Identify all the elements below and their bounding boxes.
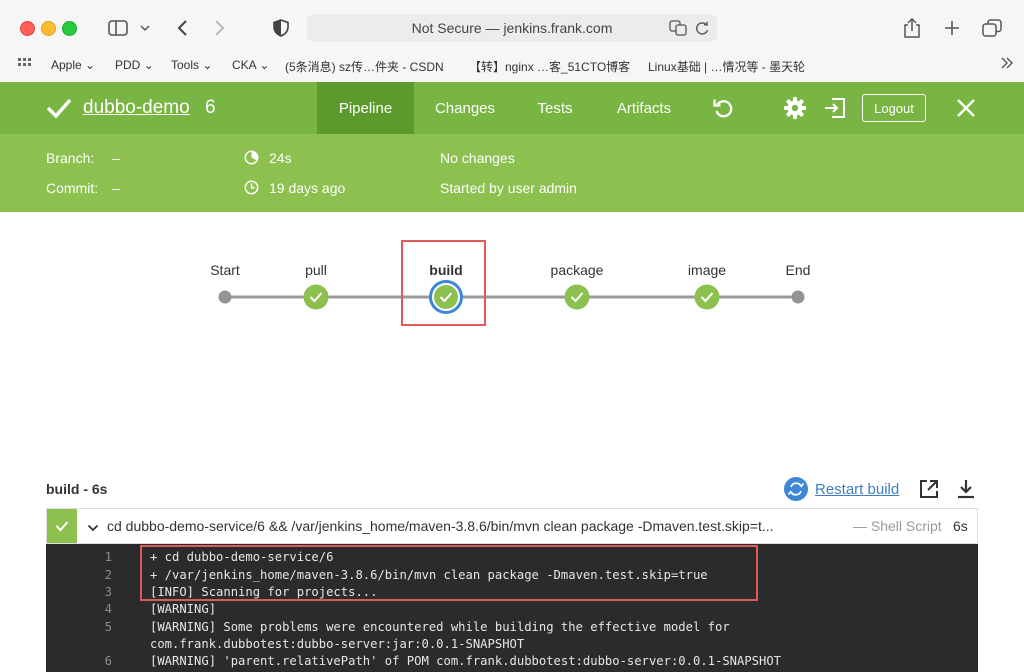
stage-node-start [218,290,232,304]
bookmark-label: Tools [171,58,200,72]
back-icon[interactable] [172,16,192,40]
bookmarks-bar: Apple ⌄ PDD ⌄ Tools ⌄ CKA ⌄ (5条消息) sz传…件… [0,54,1024,78]
chevron-down-icon: ⌄ [259,58,270,72]
duration-value: 24s [269,150,292,166]
tab-artifacts[interactable]: Artifacts [607,82,681,134]
chevron-down-icon: ⌄ [85,58,96,72]
log-line-number: 3 [104,585,112,599]
pipeline-connector [225,295,798,299]
tab-overview-icon[interactable] [980,16,1004,40]
reload-icon[interactable] [695,20,709,39]
restart-build-label: Restart build [815,480,900,498]
sidebar-icon[interactable] [106,16,130,40]
bookmark-folder-apple[interactable]: Apple ⌄ [51,58,95,72]
log-line: 5 [WARNING] Some problems were encountere… [46,619,978,636]
bookmark-folder-cka[interactable]: CKA ⌄ [232,58,269,72]
log-line-number: 5 [104,620,112,634]
branch-value: – [112,150,120,166]
exit-to-classic-icon[interactable] [823,96,847,120]
restart-build-button[interactable]: Restart build [783,476,899,502]
stage-label-start: Start [210,262,240,278]
bookmark-folder-tools[interactable]: Tools ⌄ [171,58,212,72]
stage-label-image: image [687,262,727,278]
stage-node-pull[interactable] [303,284,329,310]
new-tab-icon[interactable] [940,16,964,40]
close-icon[interactable] [954,96,978,120]
run-number: 6 [205,97,216,118]
log-line-number: 4 [104,602,112,616]
bookmarks-overflow-icon[interactable] [1000,56,1014,73]
address-text: Not Secure — jenkins.frank.com [411,20,613,36]
log-line-number: 6 [104,654,112,668]
log-line: 4 [WARNING] [46,601,978,618]
bookmarks-grid-icon[interactable] [18,58,32,73]
log-line-number: 1 [104,550,112,564]
run-summary: Branch: – Commit: – 24s 19 days ago No c… [0,134,1024,212]
jenkins-header: dubbo-demo 6 Pipeline Changes Tests Arti… [0,82,1024,134]
restart-icon [784,477,808,501]
log-highlight-box [140,545,758,601]
bookmark-51cto[interactable]: 【转】nginx …客_51CTO博客 [469,58,630,75]
translate-icon[interactable] [669,20,687,39]
step-command: cd dubbo-demo-service/6 && /var/jenkins_… [107,518,774,534]
step-type: — Shell Script [853,518,942,534]
rerun-icon[interactable] [711,96,735,120]
clock-icon [244,180,259,198]
step-row[interactable]: cd dubbo-demo-service/6 && /var/jenkins_… [46,508,978,544]
minimize-window-button[interactable] [41,21,56,36]
logout-button[interactable]: Logout [862,94,926,122]
pipeline-graph: Start pull build package image End [0,212,1024,462]
time-ago: 19 days ago [269,180,346,196]
log-line-text: [WARNING] Some problems were encountered… [150,620,730,634]
changes-text: No changes [440,150,515,166]
step-success-icon [47,509,77,543]
log-line: 6 [WARNING] 'parent.relativePath' of POM … [46,653,978,670]
bookmark-modb[interactable]: Linux基础 | …情况等 - 墨天轮 [648,58,805,75]
open-external-icon[interactable] [918,478,940,500]
privacy-shield-icon[interactable] [270,16,292,40]
tab-changes[interactable]: Changes [426,82,504,134]
settings-gear-icon[interactable] [783,96,807,120]
stage-node-end [791,290,805,304]
bookmark-label: PDD [115,58,141,72]
bookmark-csdn[interactable]: (5条消息) sz传…件夹 - CSDN [285,58,444,75]
bookmark-label: Apple [51,58,82,72]
step-panel-title: build - 6s [46,481,108,497]
chevron-down-icon: ⌄ [143,58,154,72]
job-name-link[interactable]: dubbo-demo [83,97,190,119]
selected-stage-highlight [401,240,486,326]
success-check-icon [46,97,72,124]
bookmark-label: CKA [232,58,257,72]
commit-value: – [112,180,120,196]
log-line-number: 2 [104,568,112,582]
tab-tests[interactable]: Tests [527,82,583,134]
branch-label: Branch: [46,150,95,166]
browser-toolbar: Not Secure — jenkins.frank.com Apple ⌄ P… [0,0,1024,83]
bookmark-folder-pdd[interactable]: PDD ⌄ [115,58,154,72]
log-line: com.frank.dubbotest:dubbo-server:jar:0.0… [46,636,978,653]
forward-icon[interactable] [210,16,230,40]
zoom-window-button[interactable] [62,21,77,36]
share-icon[interactable] [900,16,924,40]
duration-icon [244,150,259,168]
stage-label-pull: pull [305,262,327,278]
address-bar[interactable]: Not Secure — jenkins.frank.com [307,14,717,42]
chevron-down-icon: ⌄ [202,58,213,72]
step-duration: 6s [953,518,968,534]
tab-pipeline[interactable]: Pipeline [317,82,414,134]
download-icon[interactable] [955,478,977,500]
started-by-text: Started by user admin [440,180,577,196]
stage-node-package[interactable] [564,284,590,310]
log-line-text: [WARNING] 'parent.relativePath' of POM c… [150,654,782,668]
stage-label-package: package [550,262,604,278]
commit-label: Commit: [46,180,99,196]
log-line-text: [WARNING] [150,602,217,616]
chevron-down-icon[interactable] [87,520,99,538]
close-window-button[interactable] [20,21,35,36]
log-line-text: com.frank.dubbotest:dubbo-server:jar:0.0… [150,637,525,651]
chevron-down-icon[interactable] [138,16,152,40]
stage-node-image[interactable] [694,284,720,310]
stage-label-end: End [785,262,811,278]
